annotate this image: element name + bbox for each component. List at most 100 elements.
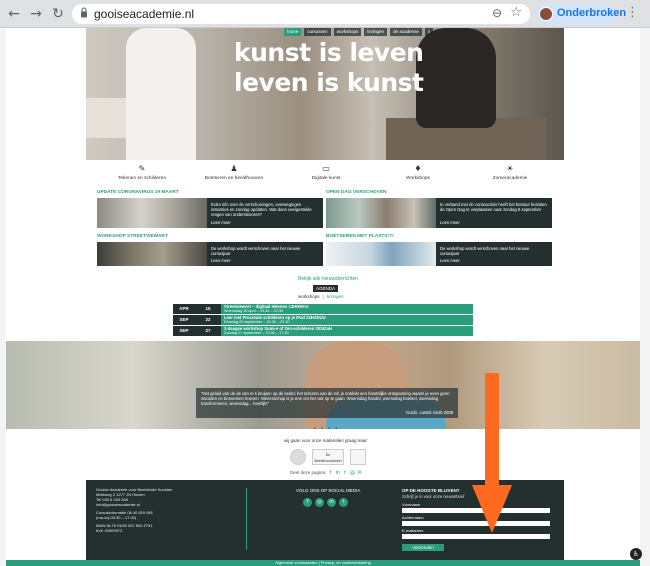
profile-button[interactable]: Onderbroken: [536, 4, 626, 24]
agenda-sub: Woensdag 15 april – 19.30 – 22.30: [224, 309, 284, 313]
news-text: De workshop wordt verschoven naar het ni…: [211, 246, 301, 256]
linkedin-icon[interactable]: in: [327, 498, 336, 507]
sculpture-icon: ♟: [230, 164, 238, 173]
nav-item-lezingen[interactable]: lezingen: [364, 28, 388, 36]
newsletter-title: OP DE HOOGTE BLIJVEN?: [402, 488, 460, 493]
news-title-4[interactable]: BOETSEREN MET PLASTIC?!: [326, 234, 394, 239]
nav-item-home[interactable]: home: [284, 28, 302, 36]
partner-logo-2[interactable]: De Beeldhouwwinkel: [312, 449, 344, 465]
page-gutter-right: [640, 28, 650, 566]
news-image: [326, 198, 436, 228]
partner-logo-1[interactable]: [290, 449, 306, 465]
category-label: Workshops: [406, 176, 430, 181]
news-text: De workshop wordt verschoven naar het ni…: [440, 246, 530, 256]
lock-icon: [81, 7, 87, 18]
tab-separator: |: [322, 294, 324, 299]
tab-lezingen[interactable]: lezingen: [327, 294, 344, 299]
agenda-day: 22: [195, 315, 221, 325]
agenda-day: 27: [195, 326, 221, 336]
read-more-link[interactable]: Lees meer: [440, 220, 460, 225]
email-input[interactable]: [402, 534, 550, 539]
footer-email[interactable]: info@gooiseacademie.nl: [96, 502, 236, 507]
hero-person-right: [416, 28, 496, 128]
read-more-link[interactable]: Lees meer: [211, 220, 231, 225]
share-label: Deel deze pagina:: [290, 470, 327, 475]
read-more-link[interactable]: Lees meer: [440, 258, 460, 263]
news-text: Extra info over de verschuivingen, overw…: [211, 202, 312, 217]
news-card-1[interactable]: Extra info over de verschuivingen, overw…: [97, 198, 323, 228]
linkedin-icon[interactable]: in: [335, 470, 341, 476]
facebook-icon[interactable]: f: [303, 498, 312, 507]
testimonial-author: Guido, cursist sinds 2008: [405, 410, 453, 415]
share-bar: Deel deze pagina: f in t @ ✉: [290, 470, 363, 476]
news-title-1[interactable]: UPDATE CORONAVIRUS 19 MAART: [97, 190, 179, 195]
agenda-tabs: workshops | lezingen: [298, 294, 343, 299]
hero-title: kunst is leven leven is kunst: [234, 38, 424, 98]
category-zomeracademie[interactable]: ☀ Zomeracademie: [464, 164, 556, 186]
agenda-row[interactable]: APR 15 StreetviewArt – digitaal tekenen …: [173, 304, 473, 314]
agenda-row[interactable]: SEP 27 2-daagse workshop Sumi-e of Zen-s…: [173, 326, 473, 336]
avatar: [539, 7, 553, 21]
agenda-month: SEP: [173, 315, 195, 325]
workshop-icon: ♦: [414, 164, 422, 173]
instagram-icon[interactable]: ◎: [315, 498, 324, 507]
browser-menu-icon[interactable]: ⋮: [626, 5, 639, 20]
news-card-3[interactable]: De workshop wordt verschoven naar het ni…: [97, 242, 323, 266]
agenda-month: APR: [173, 304, 195, 314]
nav-item-workshops[interactable]: workshops: [333, 28, 362, 36]
mail-icon[interactable]: ✉: [357, 470, 363, 476]
browser-window: ← → ↻ gooiseacademie.nl ⊖ ☆ Onderbroken …: [0, 0, 650, 566]
agenda-list: APR 15 StreetviewArt – digitaal tekenen …: [173, 304, 473, 337]
accessibility-icon[interactable]: ♿: [630, 548, 642, 560]
twitter-icon[interactable]: t: [342, 470, 348, 476]
back-icon[interactable]: ←: [6, 6, 22, 22]
agenda-row[interactable]: SEP 22 Leer met Procreate schilderen op …: [173, 315, 473, 325]
news-title-2[interactable]: OPEN DAG VERSCHOVEN: [326, 190, 387, 195]
partner-logo-3[interactable]: [350, 449, 366, 465]
news-card-4[interactable]: De workshop wordt verschoven naar het ni…: [326, 242, 552, 266]
site-nav: home cursussen workshops lezingen de aca…: [284, 28, 434, 36]
address-bar[interactable]: gooiseacademie.nl ⊖ ☆: [72, 4, 530, 24]
search-icon[interactable]: ⌕: [424, 28, 434, 36]
agenda-info: StreetviewArt – digitaal tekenen 13HHWnA…: [221, 304, 473, 314]
footer-divider: [246, 488, 247, 550]
category-tekenen[interactable]: ✎ Tekenen en schilderen: [96, 164, 188, 186]
news-title-3[interactable]: WORKSHOP STREETVIEWART: [97, 234, 168, 239]
category-bar: ✎ Tekenen en schilderen ♟ Boetseren en bee…: [96, 164, 556, 186]
testimonial-box: "Het geluid van de de van m s kruipen op…: [196, 388, 458, 418]
hero-line-2: leven is kunst: [234, 68, 424, 97]
partners-text: wij gaan voor onze materialen graag naar…: [284, 438, 369, 443]
annotation-arrow-icon: [472, 373, 512, 533]
twitter-icon[interactable]: t: [339, 498, 348, 507]
email-label: E-mailadres: [402, 528, 424, 533]
category-label: Zomeracademie: [492, 176, 528, 181]
news-image: [97, 198, 207, 228]
tab-workshops[interactable]: workshops: [298, 294, 320, 299]
bookmark-star-icon[interactable]: ☆: [510, 5, 522, 20]
zoom-icon[interactable]: ⊖: [492, 6, 502, 20]
read-more-link[interactable]: Lees meer: [211, 258, 231, 263]
carousel-dots[interactable]: • • • •: [314, 426, 339, 432]
category-workshops[interactable]: ♦ Workshops: [372, 164, 464, 186]
agenda-month: SEP: [173, 326, 195, 336]
agenda-badge: AGENDA: [313, 285, 339, 292]
agenda-day: 15: [195, 304, 221, 314]
category-boetseren[interactable]: ♟ Boetseren en beeldhouwen: [188, 164, 280, 186]
submit-button[interactable]: Verzenden: [402, 544, 444, 551]
all-news-link[interactable]: Bekijk alle nieuwsberichten: [298, 276, 358, 282]
whatsapp-icon[interactable]: @: [349, 470, 355, 476]
news-card-2[interactable]: In verband met de coronacrisis heeft het…: [326, 198, 552, 228]
browser-toolbar: ← → ↻ gooiseacademie.nl ⊖ ☆ Onderbroken …: [0, 0, 650, 28]
nav-item-academie[interactable]: de academie: [390, 28, 422, 36]
facebook-icon[interactable]: f: [328, 470, 334, 476]
category-digitaal[interactable]: ▭ Digitale kunst: [280, 164, 372, 186]
brush-icon: ✎: [138, 164, 146, 173]
last-name-label: Achternaam: [402, 515, 424, 520]
nav-item-cursussen[interactable]: cursussen: [304, 28, 331, 36]
screen-icon: ▭: [322, 164, 330, 173]
forward-icon[interactable]: →: [28, 6, 44, 22]
footer-legal-links[interactable]: Algemene voorwaarden | Privacy- en cooki…: [6, 560, 640, 566]
first-name-label: Voornaam: [402, 502, 421, 507]
reload-icon[interactable]: ↻: [50, 6, 66, 22]
agenda-info: Leer met Procreate schilderen op je iPad…: [221, 315, 473, 325]
